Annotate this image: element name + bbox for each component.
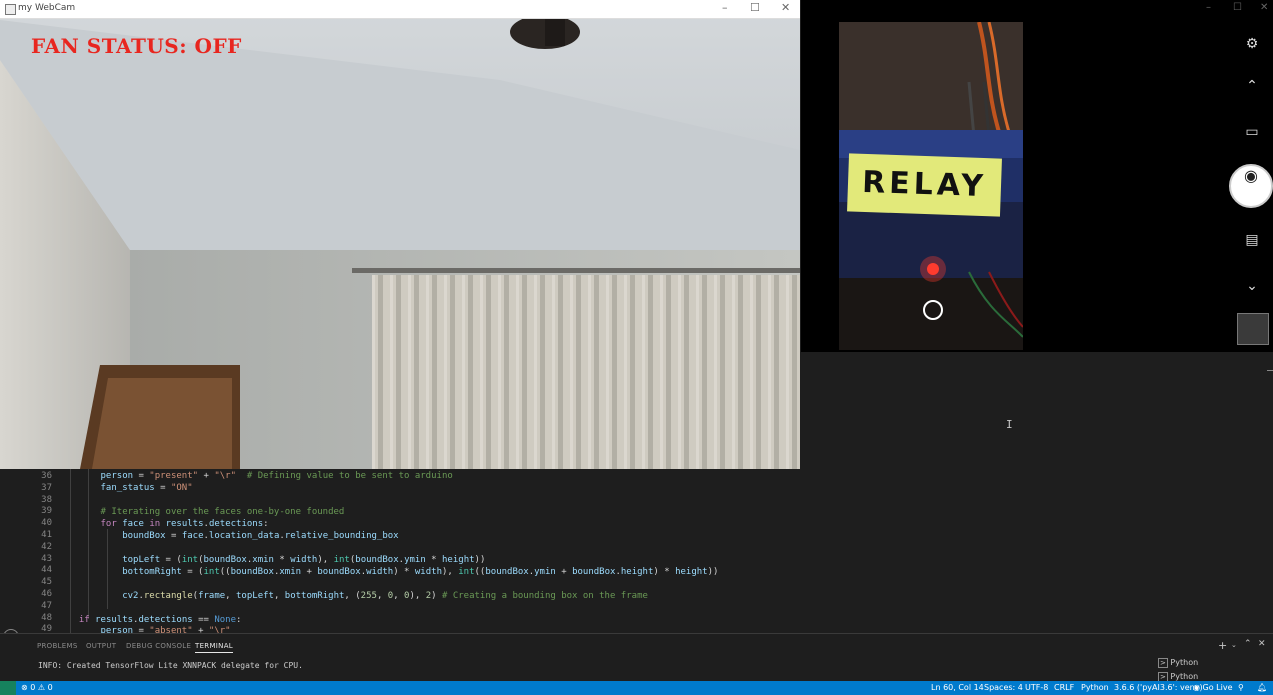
close-button[interactable]: ✕	[781, 1, 790, 14]
code-line-39: # Iterating over the faces one-by-one fo…	[100, 507, 345, 517]
line-number: 43	[41, 553, 52, 564]
line-number: 44	[41, 565, 52, 576]
feedback-icon[interactable]: ⚲	[1238, 683, 1244, 692]
tab-debug-console[interactable]: DEBUG CONSOLE	[126, 642, 191, 650]
video-mode-icon[interactable]: ▭	[1242, 122, 1262, 142]
gallery-thumbnail[interactable]	[1237, 313, 1269, 345]
chevron-up-icon[interactable]: ⌃	[1242, 76, 1262, 96]
line-number: 39	[41, 506, 52, 517]
maximize-button[interactable]: ☐	[750, 1, 760, 14]
python-interpreter[interactable]: 3.6.6 ('pyAI3.6': venv)	[1114, 683, 1203, 692]
terminal-list-item[interactable]: > Python	[1158, 672, 1199, 682]
terminal-dropdown-icon[interactable]: ⌄	[1231, 641, 1237, 649]
maximize-panel-icon[interactable]: ⌃	[1244, 639, 1252, 649]
line-number: 48	[41, 612, 52, 623]
chevron-down-icon[interactable]: ⌄	[1242, 276, 1262, 296]
camera-minimize-button[interactable]: –	[1206, 2, 1211, 13]
line-number: 47	[41, 600, 52, 611]
camera-close-button[interactable]: ✕	[1260, 2, 1268, 13]
photo-capture-button[interactable]: ◉	[1229, 164, 1273, 208]
line-number: 40	[41, 518, 52, 529]
code-line-37: fan_status = "ON"	[100, 483, 193, 493]
line-number: 36	[41, 471, 52, 481]
relay-sticker: RELAY	[847, 153, 1002, 217]
code-line-40: for face in results.detections:	[100, 519, 269, 529]
camera-maximize-button[interactable]: ☐	[1233, 2, 1242, 13]
webcam-frame	[0, 0, 800, 469]
notifications-bell-icon[interactable]: 🔔︎	[1257, 683, 1267, 692]
terminal-name: Python	[1170, 672, 1199, 681]
encoding[interactable]: UTF-8	[1025, 683, 1048, 692]
bottom-panel: PROBLEMS OUTPUT DEBUG CONSOLE TERMINAL I…	[0, 633, 1273, 682]
line-number: 45	[41, 577, 52, 588]
webcam-window: FAN STATUS: OFF	[0, 0, 800, 469]
camera-icon: ◉	[1244, 166, 1258, 185]
scrollbar-marker[interactable]	[1267, 370, 1273, 371]
code-line-41: boundBox = face.location_data.relative_b…	[122, 531, 399, 541]
code-line-48: if results.detections == None:	[78, 615, 242, 625]
terminal-name: Python	[1170, 658, 1199, 667]
fan-status-overlay: FAN STATUS: OFF	[31, 34, 242, 58]
camera-app-window: – ☐ ✕ RELAY ⚙ ⌃ ▭ ◉ ▤ ⌄	[801, 0, 1273, 352]
indent-guide	[70, 469, 71, 633]
text-cursor-icon: I	[1006, 418, 1013, 431]
minimize-button[interactable]: –	[722, 1, 728, 14]
window-title: my WebCam	[18, 3, 76, 13]
code-line-43: topLeft = (int(boundBox.xmin * width), i…	[122, 555, 486, 565]
terminal-icon: >	[1158, 658, 1168, 668]
document-scan-icon[interactable]: ▤	[1242, 230, 1262, 250]
status-bar: ⊗ 0 ⚠ 0 Ln 60, Col 14 Spaces: 4 UTF-8 CR…	[0, 681, 1273, 695]
line-number: 42	[41, 541, 52, 552]
camera-settings-icon[interactable]: ⚙	[1242, 34, 1262, 54]
warning-count: 0	[47, 683, 53, 692]
line-number: 41	[41, 530, 52, 540]
tab-problems[interactable]: PROBLEMS	[37, 642, 78, 650]
tab-terminal[interactable]: TERMINAL	[195, 642, 233, 653]
broadcast-icon: ◉	[1193, 683, 1200, 692]
editor-empty-area[interactable]: I	[801, 352, 1273, 469]
tab-output[interactable]: OUTPUT	[86, 642, 116, 650]
terminal-output: INFO: Created TensorFlow Lite XNNPACK de…	[38, 661, 303, 670]
language-mode[interactable]: Python	[1081, 683, 1109, 692]
go-live-label: Go Live	[1202, 683, 1233, 692]
app-icon	[5, 4, 16, 15]
close-panel-icon[interactable]: ✕	[1258, 639, 1266, 649]
line-number: 37	[41, 482, 52, 493]
code-line-36: person = "present" + "\r" # Defining val…	[100, 471, 453, 481]
line-number: 46	[41, 589, 52, 599]
webcam-titlebar[interactable]: my WebCam – ☐ ✕	[0, 0, 800, 19]
go-live-button[interactable]: ◉ Go Live	[1193, 683, 1233, 692]
code-line-44: bottomRight = (int((boundBox.xmin + boun…	[122, 567, 719, 577]
line-number: 38	[41, 494, 52, 505]
indentation[interactable]: Spaces: 4	[984, 683, 1023, 692]
new-terminal-icon[interactable]: +	[1218, 639, 1227, 652]
problems-indicator[interactable]: ⊗ 0 ⚠ 0	[21, 683, 53, 692]
error-count: 0	[30, 683, 36, 692]
remote-indicator-icon[interactable]	[0, 681, 16, 695]
code-editor[interactable]: 36 37 38 39 40 41 42 43 44 45 46 47 48 49 person = "p…	[0, 469, 1273, 636]
cursor-position[interactable]: Ln 60, Col 14	[931, 683, 984, 692]
code-line-46: cv2.rectangle(frame, topLeft, bottomRigh…	[122, 591, 648, 601]
terminal-list-item[interactable]: > Python	[1158, 658, 1199, 668]
line-ending[interactable]: CRLF	[1054, 683, 1074, 692]
